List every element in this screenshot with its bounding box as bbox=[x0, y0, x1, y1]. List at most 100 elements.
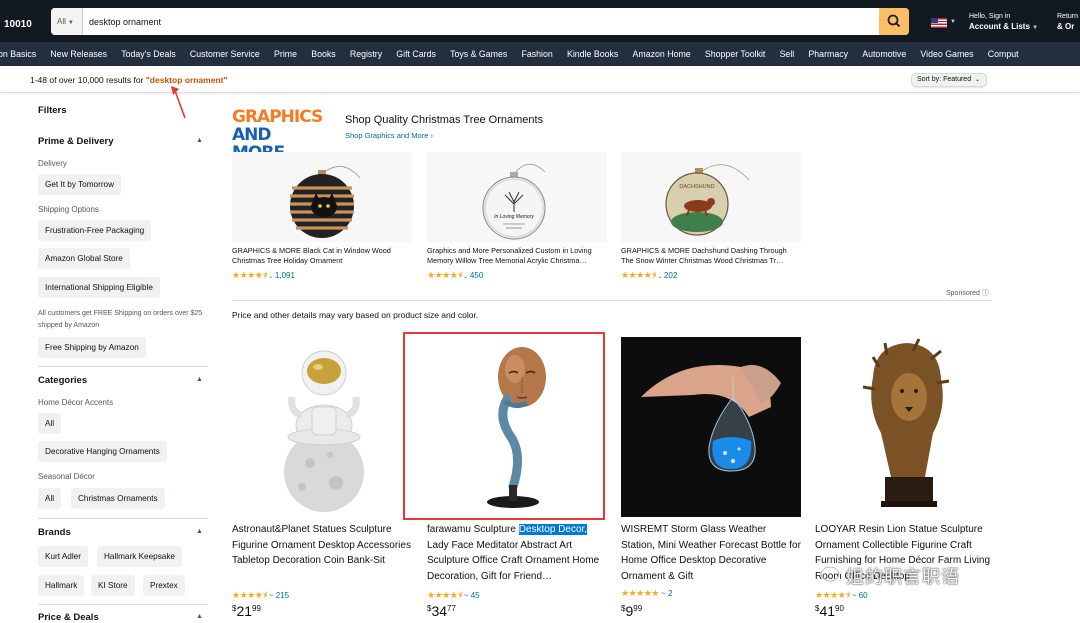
price-fraction: 99 bbox=[633, 604, 643, 613]
dachshund-ornament-image: DACHSHUND bbox=[665, 164, 750, 236]
nav-item[interactable]: Toys & Games bbox=[450, 42, 507, 59]
nav-item[interactable]: Sell bbox=[780, 42, 795, 59]
product-title-text: farawamu Sculpture bbox=[427, 524, 519, 535]
shop-brand-link[interactable]: Shop Graphics and More › bbox=[345, 131, 433, 140]
shipping-options-label: Shipping Options bbox=[38, 205, 99, 214]
chevron-up-icon[interactable]: ▲ bbox=[196, 376, 203, 383]
home-decor-label: Home Décor Accents bbox=[38, 398, 114, 407]
nav-item[interactable]: Amazon Home bbox=[633, 42, 691, 59]
brand-hallmark-filter[interactable]: Hallmark bbox=[38, 575, 85, 596]
sponsored-product-title[interactable]: GRAPHICS & MORE Black Cat in Window Wood… bbox=[232, 246, 410, 266]
product-image[interactable] bbox=[815, 337, 995, 517]
sponsored-product-title[interactable]: Graphics and More Personalized Custom in… bbox=[427, 246, 605, 266]
returns-orders[interactable]: Return & Or bbox=[1057, 12, 1078, 32]
selected-text-highlight: Desktop Decor, bbox=[518, 524, 588, 535]
rating-dropdown-caret: ~ bbox=[661, 589, 668, 598]
star-rating-icon: ★★★★★ bbox=[621, 588, 659, 598]
hanging-ornaments-filter[interactable]: Decorative Hanging Ornaments bbox=[38, 441, 167, 462]
nav-item[interactable]: Fashion bbox=[521, 42, 552, 59]
nav-item[interactable]: Registry bbox=[350, 42, 382, 59]
sponsored-product-title[interactable]: GRAPHICS & MORE Dachshund Dashing Throug… bbox=[621, 246, 799, 266]
sponsored-brand-title: Shop Quality Christmas Tree Ornaments bbox=[345, 114, 544, 126]
brand-prextex-filter[interactable]: Prextex bbox=[143, 575, 185, 596]
nav-item[interactable]: Books bbox=[311, 42, 335, 59]
frustration-free-filter[interactable]: Frustration-Free Packaging bbox=[38, 220, 152, 241]
product-title-text: WISREMT Storm Glass Weather Station, Min… bbox=[621, 524, 801, 583]
nav-item[interactable]: Prime bbox=[274, 42, 297, 59]
sponsored-product-image[interactable] bbox=[232, 152, 412, 242]
wechat-icon bbox=[820, 566, 840, 582]
price-whole: 41 bbox=[819, 603, 836, 619]
results-bar: 1-48 of over 10,000 results for "desktop… bbox=[0, 66, 1080, 93]
price-whole: 34 bbox=[431, 603, 448, 619]
seasonal-all-filter[interactable]: All bbox=[38, 488, 62, 509]
brands-heading: Brands bbox=[38, 527, 71, 538]
account-menu[interactable]: Hello, Sign in Account & Lists ▼ bbox=[969, 12, 1038, 33]
product-title[interactable]: WISREMT Storm Glass Weather Station, Min… bbox=[621, 522, 801, 585]
christmas-ornaments-filter[interactable]: Christmas Ornaments bbox=[71, 488, 165, 509]
product-image[interactable] bbox=[621, 337, 801, 517]
nav-item[interactable]: Automotive bbox=[862, 42, 906, 59]
search-input[interactable] bbox=[89, 8, 869, 35]
global-store-filter[interactable]: Amazon Global Store bbox=[38, 248, 130, 269]
nav-item[interactable]: New Releases bbox=[50, 42, 107, 59]
sponsored-product-image[interactable]: DACHSHUND bbox=[621, 152, 801, 242]
results-count-text: 1-48 of over 10,000 results for bbox=[30, 75, 146, 85]
sponsored-label[interactable]: Sponsored ⓘ bbox=[946, 288, 989, 298]
delivery-zip[interactable]: 10010 bbox=[4, 19, 32, 30]
chevron-up-icon[interactable]: ▲ bbox=[196, 137, 203, 144]
product-title-text: Lady Face Meditator Abstract Art Sculptu… bbox=[427, 539, 600, 583]
price-deals-heading: Price & Deals bbox=[38, 612, 99, 623]
search-category-dropdown[interactable]: All ▼ bbox=[51, 8, 83, 35]
product-title[interactable]: Astronaut&Planet Statues Sculpture Figur… bbox=[232, 522, 412, 569]
product-rating[interactable]: ★★★★⯨ ~ 60 bbox=[815, 588, 868, 604]
rating-dropdown-caret: ~ bbox=[851, 591, 859, 600]
product-rating[interactable]: ★★★★★ ~ 2 bbox=[621, 588, 672, 599]
chevron-down-icon: ⌄ bbox=[975, 77, 981, 83]
search-button[interactable] bbox=[879, 8, 909, 35]
star-rating-icon: ★★★★⯨ bbox=[815, 590, 850, 600]
brand-logo[interactable]: GRAPHICS AND MORE bbox=[232, 108, 323, 162]
search-icon bbox=[887, 14, 901, 28]
product-rating[interactable]: ★★★★⯨ ~ 45 bbox=[427, 588, 480, 604]
sponsored-product-rating[interactable]: ★★★★⯨ ⌄ 450 bbox=[427, 268, 483, 284]
nav-item[interactable]: Kindle Books bbox=[567, 42, 618, 59]
chevron-up-icon[interactable]: ▲ bbox=[196, 613, 203, 620]
get-it-tomorrow-filter[interactable]: Get It by Tomorrow bbox=[38, 174, 122, 195]
us-flag-icon[interactable] bbox=[931, 18, 947, 28]
chevron-down-icon: ▼ bbox=[950, 19, 956, 25]
sponsored-product-rating[interactable]: ★★★★⯨ ⌄ 202 bbox=[621, 268, 677, 284]
sponsored-product-rating[interactable]: ★★★★⯨ ⌄ 1,091 bbox=[232, 268, 295, 284]
ornament-memorial-text: In Loving Memory bbox=[494, 214, 534, 220]
nav-item[interactable]: Gift Cards bbox=[396, 42, 436, 59]
brand-ki-store-filter[interactable]: KI Store bbox=[91, 575, 135, 596]
nav-item[interactable]: Today's Deals bbox=[121, 42, 176, 59]
watermark-text: 姐的职言职语 bbox=[846, 567, 960, 588]
nav-item[interactable]: on Basics bbox=[0, 42, 36, 59]
divider bbox=[232, 300, 992, 301]
brand-hallmark-keepsake-filter[interactable]: Hallmark Keepsake bbox=[97, 546, 182, 567]
nav-item[interactable]: Pharmacy bbox=[808, 42, 848, 59]
home-decor-all-filter[interactable]: All bbox=[38, 413, 62, 434]
nav-item[interactable]: Shopper Toolkit bbox=[705, 42, 765, 59]
sponsored-product-image[interactable]: In Loving Memory bbox=[427, 152, 607, 242]
nav-item[interactable]: Video Games bbox=[920, 42, 973, 59]
brand-kurt-adler-filter[interactable]: Kurt Adler bbox=[38, 546, 88, 567]
returns-label: Return bbox=[1057, 13, 1079, 20]
nav-item[interactable]: Customer Service bbox=[190, 42, 260, 59]
product-title[interactable]: farawamu Sculpture Desktop Decor, Lady F… bbox=[427, 522, 607, 585]
nav-item[interactable]: Comput bbox=[988, 42, 1019, 59]
sort-dropdown[interactable]: Sort by: Featured ⌄ bbox=[911, 73, 987, 87]
review-count: 1,091 bbox=[274, 271, 295, 280]
free-shipping-filter[interactable]: Free Shipping by Amazon bbox=[38, 337, 146, 358]
international-shipping-filter[interactable]: International Shipping Eligible bbox=[38, 277, 160, 298]
delivery-label: Delivery bbox=[38, 159, 67, 168]
product-rating[interactable]: ★★★★⯨ ~ 215 bbox=[232, 588, 289, 604]
review-count: 60 bbox=[858, 591, 868, 600]
results-count: 1-48 of over 10,000 results for "desktop… bbox=[30, 75, 228, 85]
product-image[interactable] bbox=[232, 337, 412, 517]
chevron-up-icon[interactable]: ▲ bbox=[196, 528, 203, 535]
storm-glass-image bbox=[641, 365, 781, 472]
product-price: $3477 bbox=[427, 603, 456, 619]
account-greeting: Hello, Sign in bbox=[969, 13, 1011, 20]
